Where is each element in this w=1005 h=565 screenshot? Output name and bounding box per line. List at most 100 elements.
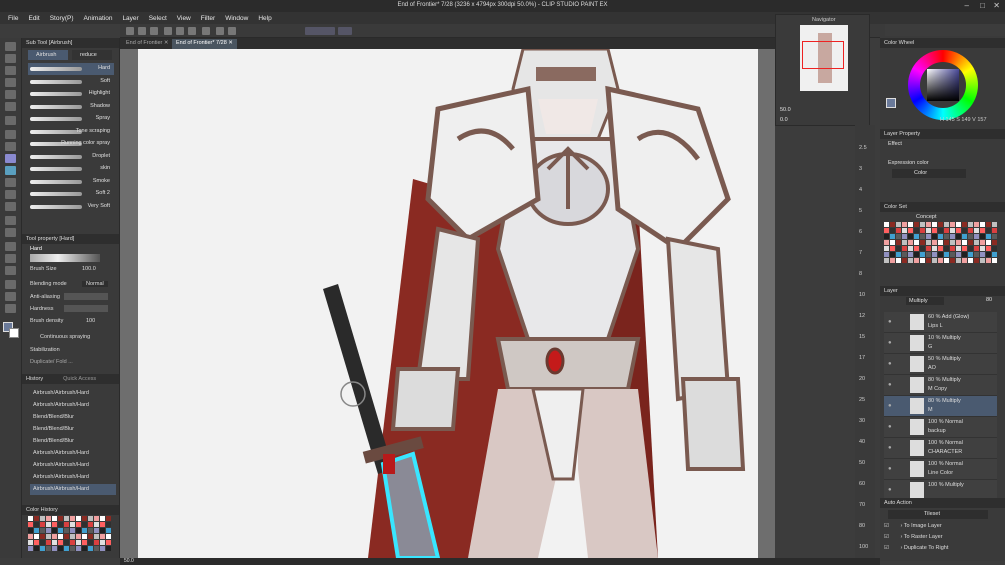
eye-icon[interactable]: ● [888,340,892,346]
brush-tool-icon[interactable] [5,154,16,163]
eraser-tool-icon[interactable] [5,190,16,199]
zoom-ruler-mark[interactable]: 70 [859,502,865,508]
brush-item[interactable]: Spray [28,113,114,125]
antialias-toggle[interactable] [64,293,108,300]
history-item[interactable]: Blend/Blend/Blur [30,412,116,423]
eye-icon[interactable]: ● [888,382,892,388]
zoom-ruler-mark[interactable]: 12 [859,313,865,319]
history-item[interactable]: Airbrush/Airbrush/Hard [30,388,116,399]
figure-tool-icon[interactable] [5,242,16,251]
layer-blend-select[interactable]: Multiply [906,297,944,305]
decoration-tool-icon[interactable] [5,178,16,187]
minimize-icon[interactable]: – [965,1,969,10]
eye-icon[interactable]: ● [888,403,892,409]
brush-item[interactable]: Running color spray [28,138,114,150]
color-square[interactable] [927,69,959,101]
eye-icon[interactable]: ● [888,361,892,367]
auto-action-item[interactable]: ☑ › Duplicate To Right [884,545,997,556]
color-set-name[interactable]: Concept [916,214,937,220]
layer-row[interactable]: ● 100 % Normal CHARACTER [884,438,997,459]
zoom-ruler-mark[interactable]: 2.5 [859,145,867,151]
zoom-ruler-mark[interactable]: 7 [859,250,862,256]
redo-icon[interactable] [188,27,196,35]
gradient-tool-icon[interactable] [5,228,16,237]
eye-icon[interactable]: ● [888,466,892,472]
layer-row[interactable]: ● 100 % Normal backup [884,417,997,438]
brush-item[interactable]: Droplet [28,151,114,163]
zoom-ruler-mark[interactable]: 40 [859,439,865,445]
color-history-swatches[interactable] [28,516,114,554]
history-item[interactable]: Airbrush/Airbrush/Hard [30,460,116,471]
menu-filter[interactable]: Filter [201,15,215,22]
save-icon[interactable] [150,27,158,35]
zoom-ruler-mark[interactable]: 10 [859,292,865,298]
layer-row[interactable]: ● 50 % Multiply AO [884,354,997,375]
menu-layer[interactable]: Layer [122,15,138,22]
zoom-ruler-mark[interactable]: 50 [859,460,865,466]
eye-icon[interactable]: ● [888,424,892,430]
menu-edit[interactable]: Edit [28,15,39,22]
ruler-toggle-icon[interactable] [338,27,352,35]
brush-item[interactable]: skin [28,163,114,175]
density-value[interactable]: 100 [86,318,95,324]
zoom-ruler-mark[interactable]: 17 [859,355,865,361]
zoom-ruler-mark[interactable]: 15 [859,334,865,340]
airbrush-tool-icon[interactable] [5,166,16,175]
hardness-slider[interactable] [64,305,108,312]
layer-row[interactable]: ● 80 % Multiply M [884,396,997,417]
tab-document-2[interactable]: End of Frontier* 7/28 ✕ [172,39,237,49]
layer-opacity-value[interactable]: 80 [986,297,992,303]
menu-file[interactable]: File [8,15,18,22]
pencil-tool-icon[interactable] [5,142,16,151]
history-item[interactable]: Airbrush/Airbrush/Hard [30,400,116,411]
zoom-ruler-mark[interactable]: 20 [859,376,865,382]
move-tool-icon[interactable] [5,54,16,63]
menu-story[interactable]: Story(P) [50,15,74,22]
history-item[interactable]: Airbrush/Airbrush/Hard [30,484,116,495]
check-icon[interactable]: ☑ [884,545,889,551]
eye-icon[interactable]: ● [888,487,892,493]
menu-select[interactable]: Select [149,15,167,22]
brush-size-value[interactable]: 100.0 [82,266,96,272]
color-set-swatches[interactable] [884,222,998,264]
copy-icon[interactable] [164,27,172,35]
auto-action-item[interactable]: ☑ › To Raster Layer [884,534,997,545]
operation-tool-icon[interactable] [5,66,16,75]
brush-item[interactable]: Hard [28,63,114,75]
zoom-ruler[interactable]: 2.5 3 4 5 6 7 8 10 12 15 17 20 25 30 40 50 60 70 80 100 [855,125,875,560]
brush-item[interactable]: Shadow [28,101,114,113]
history-item[interactable]: Airbrush/Airbrush/Hard [30,472,116,483]
history-item[interactable]: Airbrush/Airbrush/Hard [30,448,116,459]
crop-icon[interactable] [228,27,236,35]
zoom-ruler-mark[interactable]: 8 [859,271,862,277]
navigator-angle[interactable]: 0.0 [780,117,788,123]
close-icon[interactable]: ✕ [993,1,1000,10]
zoom-ruler-mark[interactable]: 80 [859,523,865,529]
selection-tool-icon[interactable] [5,90,16,99]
zoom-ruler-mark[interactable]: 5 [859,208,862,214]
color-wheel[interactable] [908,50,978,120]
blend-tool-icon[interactable] [5,202,16,211]
eyedropper-icon[interactable] [5,116,16,125]
menu-window[interactable]: Window [225,15,248,22]
balloon-tool-icon[interactable] [5,292,16,301]
auto-select-icon[interactable] [5,102,16,111]
check-icon[interactable]: ☑ [884,534,889,540]
fill-tool-icon[interactable] [5,216,16,225]
quick-access-tab[interactable]: Quick Access [63,376,96,382]
zoom-ruler-mark[interactable]: 6 [859,229,862,235]
more-settings-label[interactable]: Duplicate/ Fold ... [30,359,73,365]
history-item[interactable]: Blend/Blend/Blur [30,424,116,435]
correct-line-icon[interactable] [5,304,16,313]
auto-action-item[interactable]: ☑ › To Image Layer [884,523,997,534]
navigator-zoom[interactable]: 50.0 [780,107,791,113]
transform-icon[interactable] [216,27,224,35]
snap-toggle-icon[interactable] [305,27,335,35]
expression-color-select[interactable]: Color [892,169,966,178]
new-file-icon[interactable] [126,27,134,35]
continuous-spraying-label[interactable]: Continuous spraying [40,334,90,340]
brush-item[interactable]: Tone scraping [28,126,114,138]
sub-color-swatch[interactable] [9,328,19,338]
menu-animation[interactable]: Animation [84,15,113,22]
color-wheel-main-swatch[interactable] [886,98,896,108]
